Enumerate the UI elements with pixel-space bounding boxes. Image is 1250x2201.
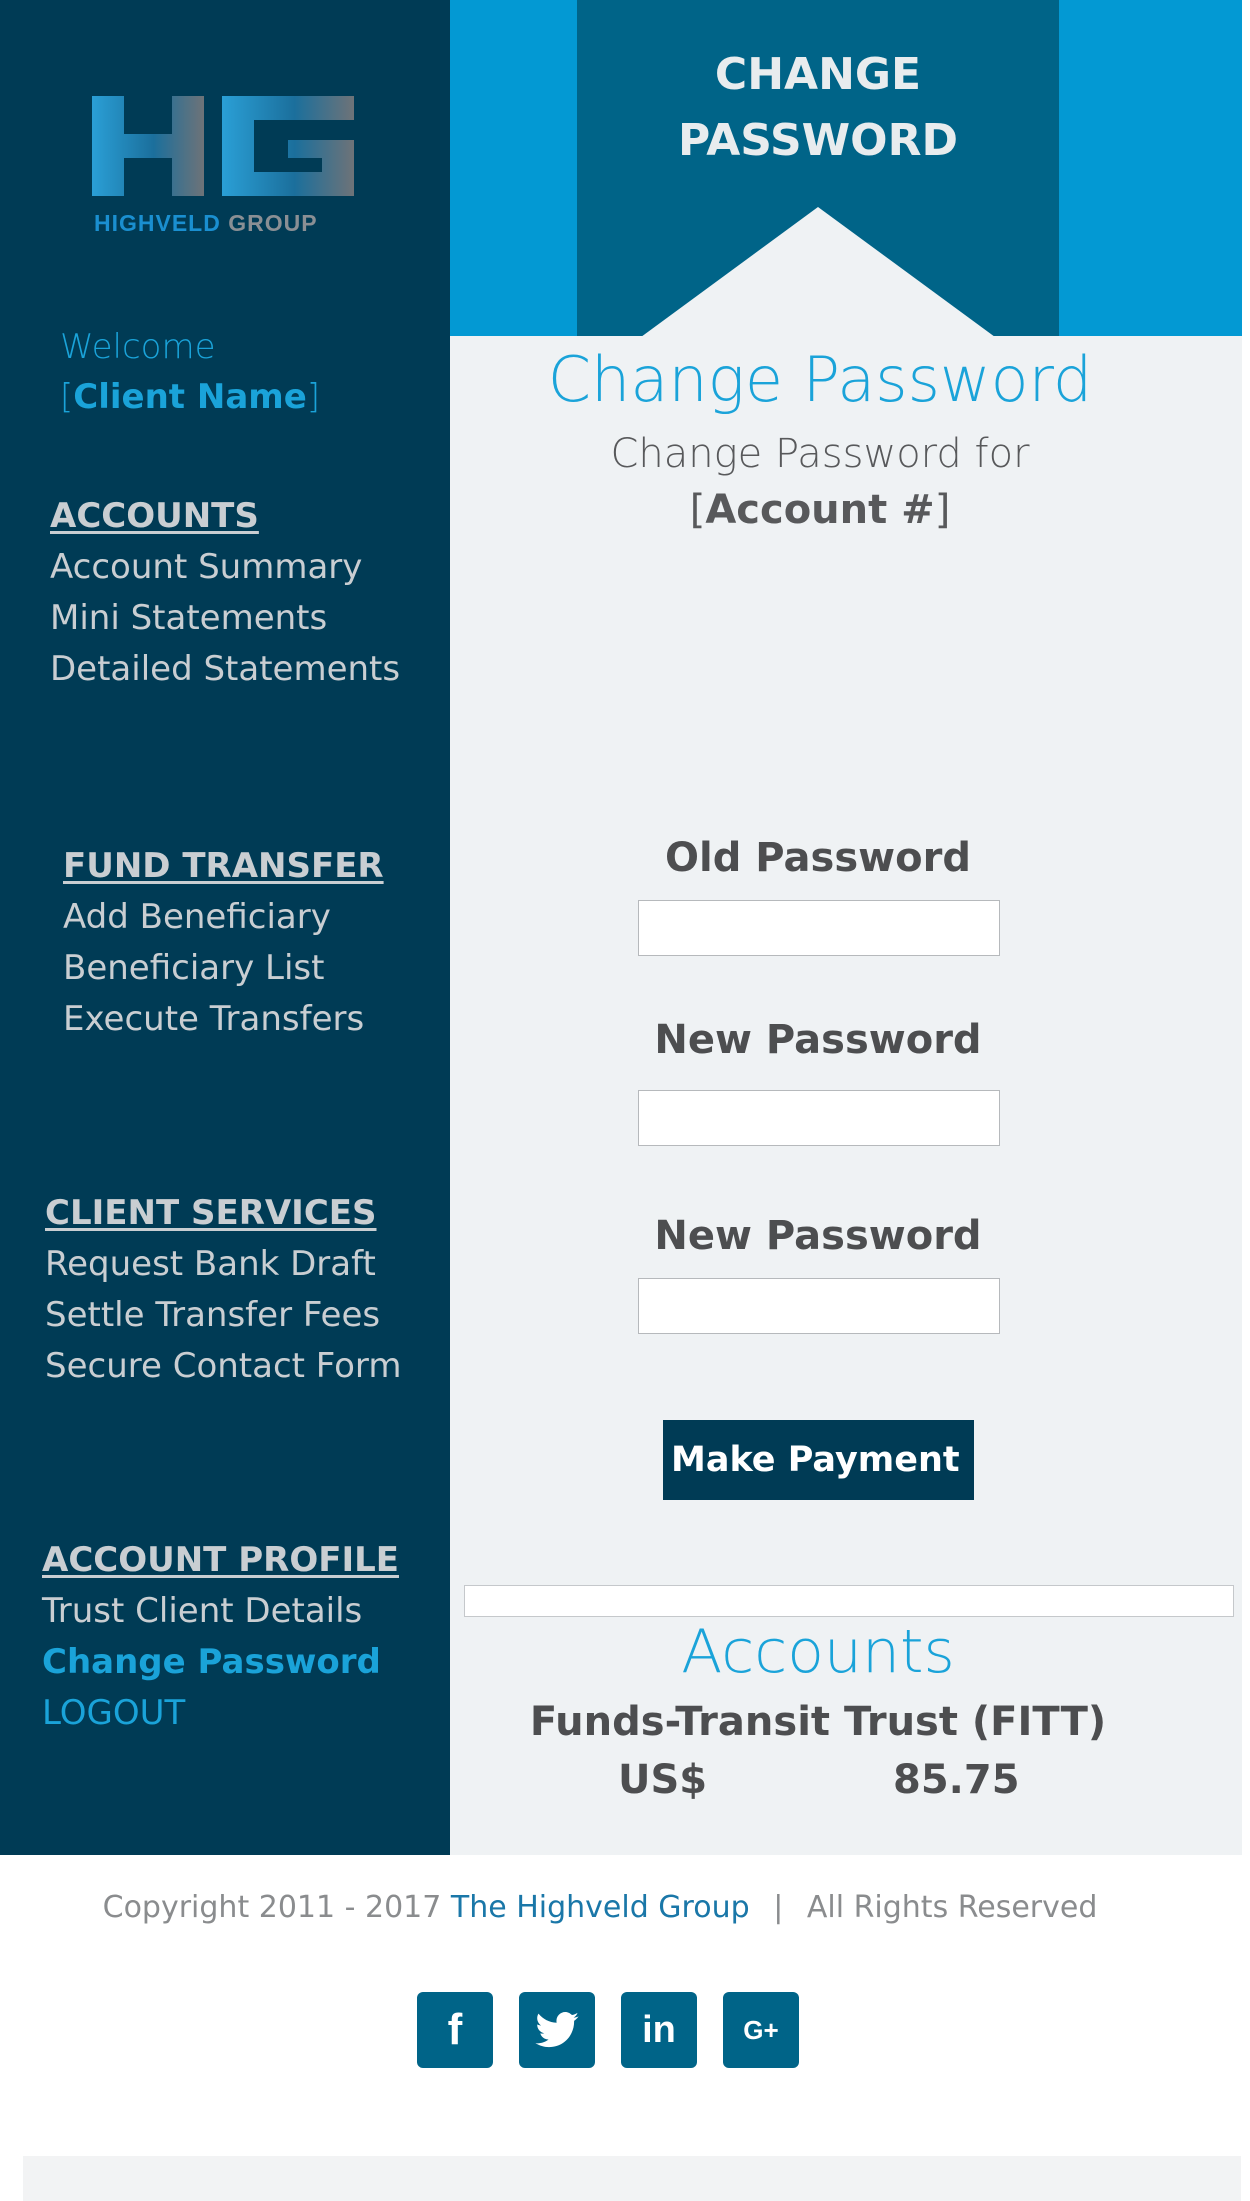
hero-title: CHANGE PASSWORD <box>577 42 1059 174</box>
hero-title-line1: CHANGE <box>714 49 922 100</box>
confirm-password-input[interactable] <box>638 1278 1000 1334</box>
facebook-glyph: f <box>447 2005 463 2054</box>
hero-ribbon: CHANGE PASSWORD <box>577 0 1059 337</box>
old-password-input[interactable] <box>638 900 1000 956</box>
fund-name: Funds-Transit Trust (FITT) <box>529 1699 1107 1745</box>
hero-banner: CHANGE PASSWORD <box>450 0 1242 337</box>
social-links: f t in G+ <box>417 1992 801 2068</box>
account-reference: [Account #] <box>689 487 951 533</box>
nav-item-change-password[interactable]: Change Password <box>42 1637 399 1688</box>
footer-bottom-bar <box>23 2156 1241 2201</box>
welcome-greeting: Welcome <box>60 327 216 367</box>
logo-wordmark: HIGHVELD GROUP <box>94 210 318 237</box>
balance-amount: 85.75 <box>893 1757 1020 1803</box>
currency-label: US$ <box>618 1757 708 1803</box>
new-password-label: New Password <box>654 1017 982 1063</box>
nav-item-trust-client-details[interactable]: Trust Client Details <box>42 1586 399 1637</box>
twitter-bird-glyph <box>535 2012 579 2048</box>
copyright-text: Copyright 2011 - 2017 <box>102 1890 442 1925</box>
google-plus-glyph: G+ <box>743 2014 779 2045</box>
copyright-line: Copyright 2011 - 2017 The Highveld Group… <box>0 1888 1200 1928</box>
nav-heading-fund-transfer[interactable]: FUND TRANSFER <box>63 840 384 892</box>
hero-title-line2: PASSWORD <box>677 115 958 166</box>
accounts-title: Accounts <box>681 1617 955 1687</box>
sidebar: HIGHVELD GROUP Welcome [Client Name] ACC… <box>0 0 450 1855</box>
page-subtitle: Change Password for <box>610 431 1030 477</box>
main-panel: CHANGE PASSWORD Change Password Change P… <box>450 0 1242 1855</box>
nav-item-secure-contact-form[interactable]: Secure Contact Form <box>45 1341 401 1392</box>
nav-item-mini-statements[interactable]: Mini Statements <box>50 593 400 644</box>
old-password-label: Old Password <box>665 835 971 881</box>
hg-logo-mark <box>92 96 354 196</box>
nav-item-add-beneficiary[interactable]: Add Beneficiary <box>63 892 384 943</box>
account-number: Account # <box>705 487 935 533</box>
linkedin-icon[interactable]: in <box>621 1992 697 2068</box>
company-link[interactable]: The Highveld Group <box>451 1890 750 1925</box>
nav-item-execute-transfers[interactable]: Execute Transfers <box>63 994 384 1045</box>
rights-text: All Rights Reserved <box>806 1890 1098 1925</box>
copyright-separator: | <box>773 1890 784 1925</box>
nav-group-client-services: CLIENT SERVICES Request Bank Draft Settl… <box>45 1187 401 1392</box>
nav-item-logout[interactable]: LOGOUT <box>42 1688 399 1739</box>
highveld-group-logo[interactable]: HIGHVELD GROUP <box>92 96 354 240</box>
make-payment-button[interactable]: Make Payment <box>663 1420 974 1500</box>
welcome-block: Welcome [Client Name] <box>60 322 320 422</box>
client-name-line: [Client Name] <box>60 377 321 417</box>
twitter-icon[interactable]: t <box>519 1992 595 2068</box>
nav-heading-account-profile[interactable]: ACCOUNT PROFILE <box>42 1534 399 1586</box>
hero-notch <box>641 207 995 337</box>
confirm-password-label: New Password <box>654 1213 982 1259</box>
page-title: Change Password <box>547 343 1093 416</box>
linkedin-glyph: in <box>642 2008 676 2051</box>
nav-heading-accounts[interactable]: ACCOUNTS <box>50 490 400 542</box>
nav-group-fund-transfer: FUND TRANSFER Add Beneficiary Beneficiar… <box>63 840 384 1045</box>
nav-group-accounts: ACCOUNTS Account Summary Mini Statements… <box>50 490 400 695</box>
nav-item-settle-transfer-fees[interactable]: Settle Transfer Fees <box>45 1290 401 1341</box>
facebook-icon[interactable]: f <box>417 1992 493 2068</box>
logo-word-group: GROUP <box>228 210 318 236</box>
logo-word-highveld: HIGHVELD <box>94 210 221 236</box>
nav-item-beneficiary-list[interactable]: Beneficiary List <box>63 943 384 994</box>
new-password-input[interactable] <box>638 1090 1000 1146</box>
nav-heading-client-services[interactable]: CLIENT SERVICES <box>45 1187 401 1239</box>
google-plus-icon[interactable]: G+ <box>723 1992 799 2068</box>
nav-item-request-bank-draft[interactable]: Request Bank Draft <box>45 1239 401 1290</box>
nav-item-account-summary[interactable]: Account Summary <box>50 542 400 593</box>
nav-item-detailed-statements[interactable]: Detailed Statements <box>50 644 400 695</box>
client-name: Client Name <box>73 377 307 417</box>
nav-group-account-profile: ACCOUNT PROFILE Trust Client Details Cha… <box>42 1534 399 1739</box>
